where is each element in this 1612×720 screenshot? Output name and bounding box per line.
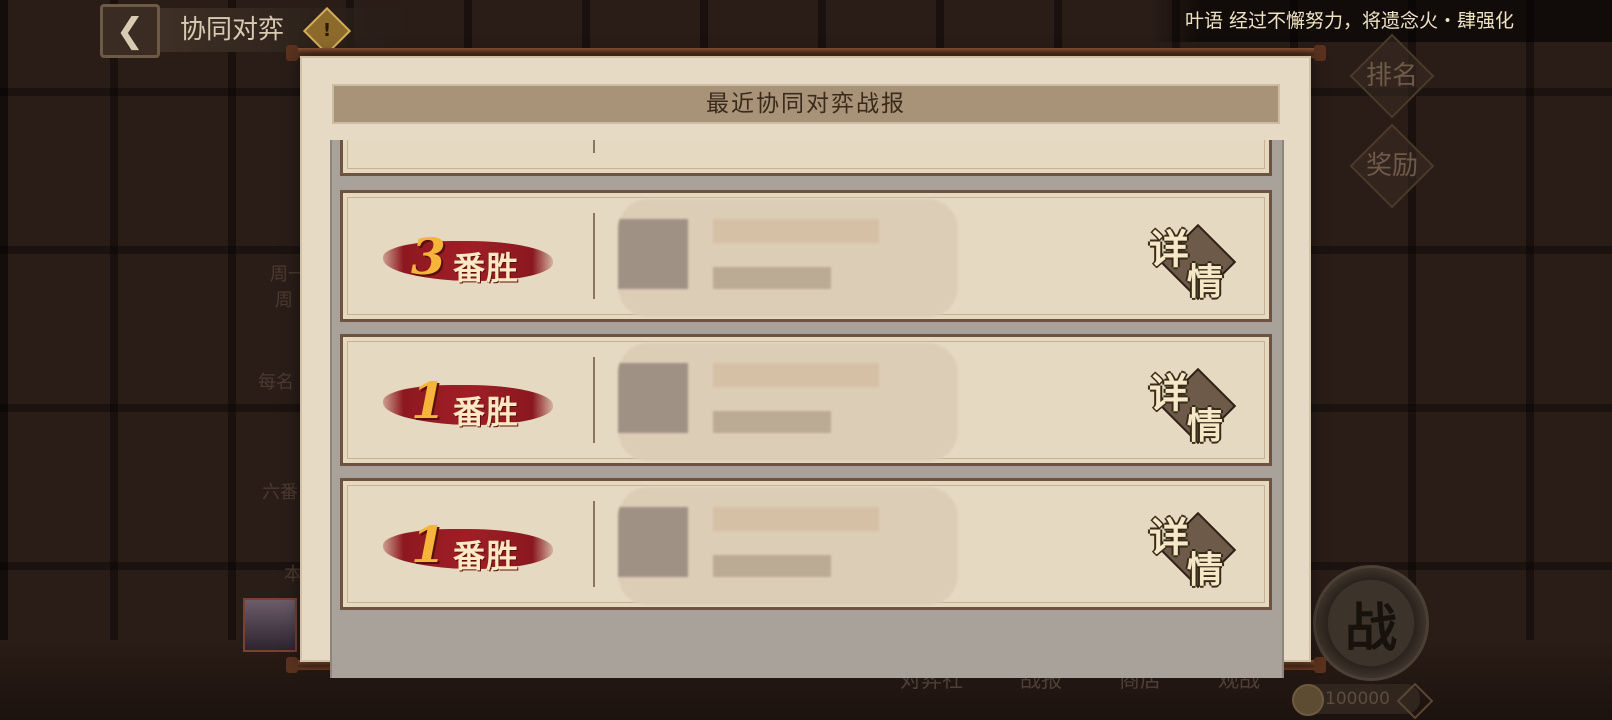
schedule-text-2: 周 <box>275 290 293 311</box>
rule-text-2: 六番 <box>262 482 298 503</box>
details-button[interactable]: 详 情 <box>1149 501 1239 591</box>
ranking-label: 排名 <box>1365 61 1418 91</box>
win-badge: 3 番胜 <box>383 227 553 287</box>
avatar[interactable] <box>243 598 297 652</box>
details-button[interactable]: 详 情 <box>1149 213 1239 303</box>
dialog-title: 最近协同对弈战报 <box>332 84 1280 124</box>
win-count: 1 <box>411 371 446 430</box>
rule-text: 每名 <box>258 372 294 393</box>
details-button[interactable]: 详 情 <box>1149 357 1239 447</box>
win-label: 番胜 <box>453 249 520 287</box>
coin-icon <box>1292 684 1324 716</box>
win-badge: 1 番胜 <box>383 371 553 431</box>
win-count: 1 <box>411 515 446 574</box>
win-label: 番胜 <box>453 393 520 431</box>
win-badge: 1 番胜 <box>383 515 553 575</box>
player-info-censored <box>618 343 958 461</box>
back-button[interactable]: ❮ <box>100 4 160 58</box>
rewards-label: 奖励 <box>1365 151 1418 181</box>
fight-button[interactable]: 战 <box>1313 565 1429 681</box>
battle-report-dialog: 最近协同对弈战报 3 番胜 详 情 1 番胜 详 情 1 番胜 详 情 <box>300 56 1311 678</box>
player-info-censored <box>618 487 958 605</box>
list-item <box>340 140 1272 176</box>
win-label: 番胜 <box>453 537 520 575</box>
list-item: 3 番胜 详 情 <box>340 190 1272 322</box>
page-title: 协同对弈 <box>160 8 410 52</box>
win-count: 3 <box>411 227 446 286</box>
list-item: 1 番胜 详 情 <box>340 334 1272 466</box>
announcement-ticker: 叶语 经过不懈努力，将遗念火・肆强化 <box>1150 0 1612 42</box>
report-list[interactable]: 3 番胜 详 情 1 番胜 详 情 1 番胜 详 情 <box>330 140 1284 678</box>
list-item: 1 番胜 详 情 <box>340 478 1272 610</box>
player-info-censored <box>618 199 958 317</box>
chevron-left-icon: ❮ <box>115 11 145 51</box>
